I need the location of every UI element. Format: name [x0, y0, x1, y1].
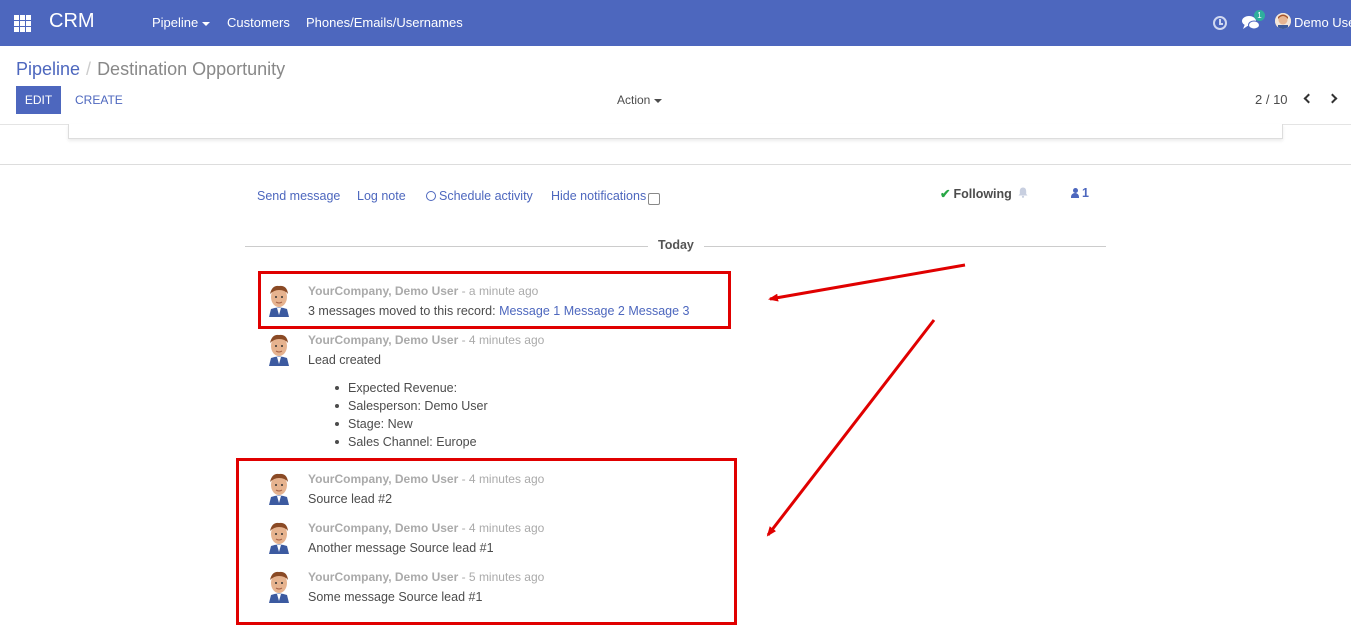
form-sheet-bottom	[68, 124, 1283, 139]
hide-notifications-label[interactable]: Hide notifications	[551, 189, 646, 203]
action-dropdown[interactable]: Action	[617, 93, 663, 107]
pager-previous-button[interactable]	[1301, 92, 1315, 106]
apps-menu-icon[interactable]	[14, 15, 31, 32]
tracking-value: Sales Channel: Europe	[332, 433, 488, 451]
hide-notifications-checkbox[interactable]	[648, 193, 660, 205]
author-avatar[interactable]	[266, 333, 292, 366]
breadcrumb: Pipeline / Destination Opportunity	[16, 59, 285, 80]
breadcrumb-separator: /	[86, 59, 92, 79]
tracking-values-list: Expected Revenue: Salesperson: Demo User…	[332, 379, 488, 451]
activity-clock-icon[interactable]	[1213, 16, 1227, 30]
create-button[interactable]: CREATE	[75, 86, 123, 114]
chevron-right-icon	[1327, 93, 1338, 104]
caret-down-icon	[202, 21, 211, 26]
menu-pipeline[interactable]: Pipeline	[152, 15, 211, 30]
top-navbar: CRM Pipeline Customers Phones/Emails/Use…	[0, 0, 1351, 46]
pager-value[interactable]: 2 / 10	[1255, 92, 1288, 107]
pager-next-button[interactable]	[1327, 92, 1342, 106]
day-separator-label: Today	[648, 238, 704, 252]
tracking-value: Stage: New	[332, 415, 488, 433]
followers-button[interactable]: 1	[1071, 186, 1089, 200]
message-header: YourCompany, Demo User - 4 minutes ago	[308, 333, 544, 347]
bell-icon[interactable]	[1018, 187, 1028, 198]
annotation-arrow	[766, 319, 936, 537]
sheet-divider	[0, 164, 1351, 165]
chat-count-badge: 1	[1254, 10, 1265, 21]
schedule-activity-label: Schedule activity	[439, 189, 533, 203]
tracking-value: Salesperson: Demo User	[332, 397, 488, 415]
check-icon: ✔	[940, 187, 951, 201]
annotation-highlight-box	[236, 458, 737, 625]
edit-button[interactable]: EDIT	[16, 86, 61, 114]
chevron-left-icon	[1303, 93, 1314, 104]
breadcrumb-pipeline[interactable]: Pipeline	[16, 59, 80, 79]
message-author[interactable]: YourCompany, Demo User	[308, 333, 458, 347]
annotation-arrow	[768, 263, 966, 302]
log-note-button[interactable]: Log note	[357, 189, 406, 203]
clock-icon	[426, 191, 436, 201]
user-avatar[interactable]	[1275, 13, 1291, 29]
message-body: Lead created	[308, 353, 381, 367]
menu-pipeline-label: Pipeline	[152, 15, 199, 30]
following-label: Following	[953, 187, 1012, 201]
annotation-highlight-box	[258, 271, 731, 329]
tracking-value: Expected Revenue:	[332, 379, 488, 397]
person-icon	[1071, 188, 1079, 198]
breadcrumb-current: Destination Opportunity	[97, 59, 286, 79]
menu-customers[interactable]: Customers	[227, 15, 290, 30]
followers-count: 1	[1082, 186, 1089, 200]
action-label: Action	[617, 93, 651, 107]
user-menu-name[interactable]: Demo Use	[1294, 15, 1351, 30]
message-date: - 4 minutes ago	[458, 333, 545, 347]
app-brand: CRM	[49, 10, 95, 32]
menu-phones-emails-usernames[interactable]: Phones/Emails/Usernames	[306, 15, 463, 30]
caret-down-icon	[654, 98, 663, 103]
following-button[interactable]: ✔ Following	[940, 186, 1012, 201]
schedule-activity-button[interactable]: Schedule activity	[426, 189, 533, 203]
send-message-button[interactable]: Send message	[257, 189, 340, 203]
